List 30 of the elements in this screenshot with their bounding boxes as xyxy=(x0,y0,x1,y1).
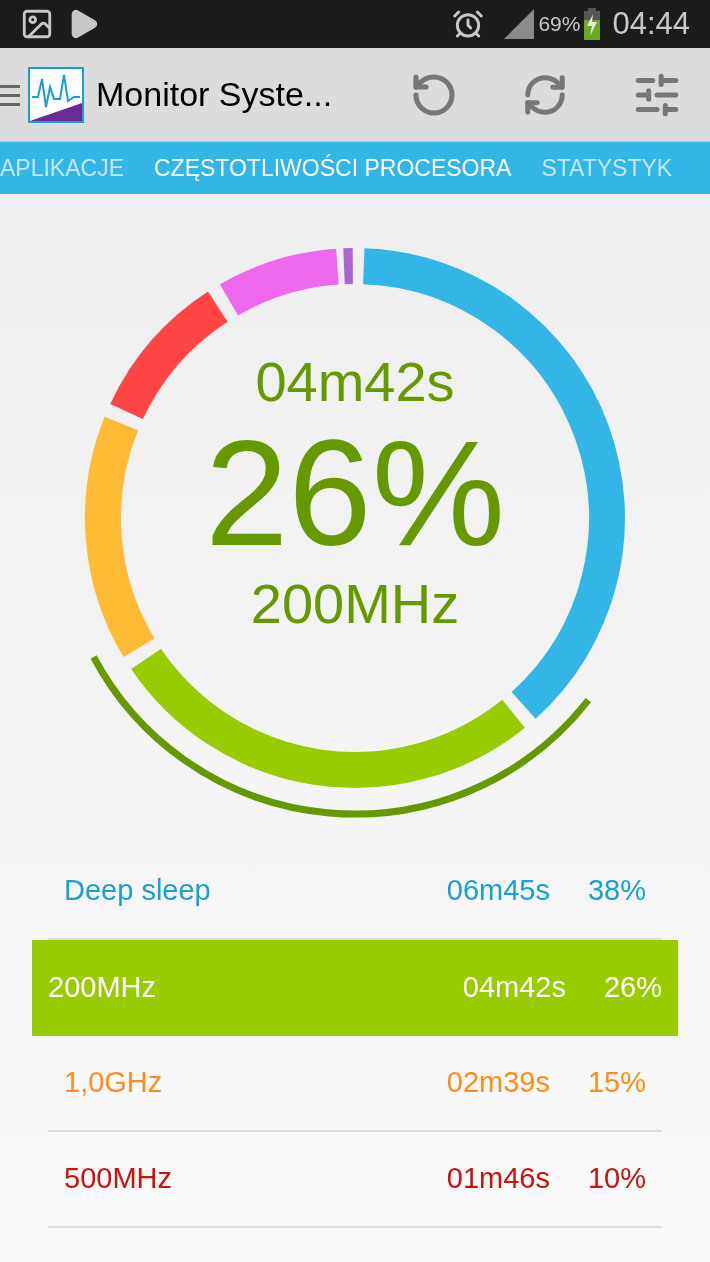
signal-icon xyxy=(504,9,535,39)
row-time: 01m46s xyxy=(446,1161,550,1197)
image-icon xyxy=(20,7,54,41)
row-label: 1,0GHz xyxy=(64,1065,164,1101)
battery-icon xyxy=(584,8,601,40)
row-percent: 10% xyxy=(586,1161,646,1197)
row-time: 04m42s xyxy=(462,970,566,1006)
row-percent: 26% xyxy=(602,970,662,1006)
battery-percent: 69% xyxy=(538,11,581,38)
row-label: Deep sleep xyxy=(64,873,212,909)
row-label: 500MHz xyxy=(64,1161,173,1197)
row-percent: 38% xyxy=(586,873,646,909)
row-label: 200MHz xyxy=(48,970,157,1006)
frequency-row[interactable]: 500MHz 01m46s 10% xyxy=(48,1132,662,1228)
alarm-icon xyxy=(452,8,485,40)
frequency-row[interactable]: 1,0GHz 02m39s 15% xyxy=(48,1036,662,1132)
duration-text: 04m42s xyxy=(255,354,455,410)
clock: 04:44 xyxy=(612,4,690,43)
row-time: 06m45s xyxy=(446,873,550,909)
row-percent: 15% xyxy=(586,1065,646,1101)
row-time: 02m39s xyxy=(446,1065,550,1101)
tab[interactable]: STATYSTYK xyxy=(541,150,673,186)
tab[interactable]: APLIKACJE xyxy=(0,150,124,186)
menu-icon[interactable] xyxy=(0,82,20,107)
frequency-row[interactable]: 200MHz 04m42s 26% xyxy=(32,940,678,1036)
app-title: Monitor Syste... xyxy=(96,74,333,115)
percent-text: 26% xyxy=(204,418,506,568)
app-logo-icon[interactable] xyxy=(28,66,84,123)
tab[interactable]: CZĘSTOTLIWOŚCI PROCESORA xyxy=(154,150,512,186)
frequency-text: 200MHz xyxy=(250,576,460,632)
